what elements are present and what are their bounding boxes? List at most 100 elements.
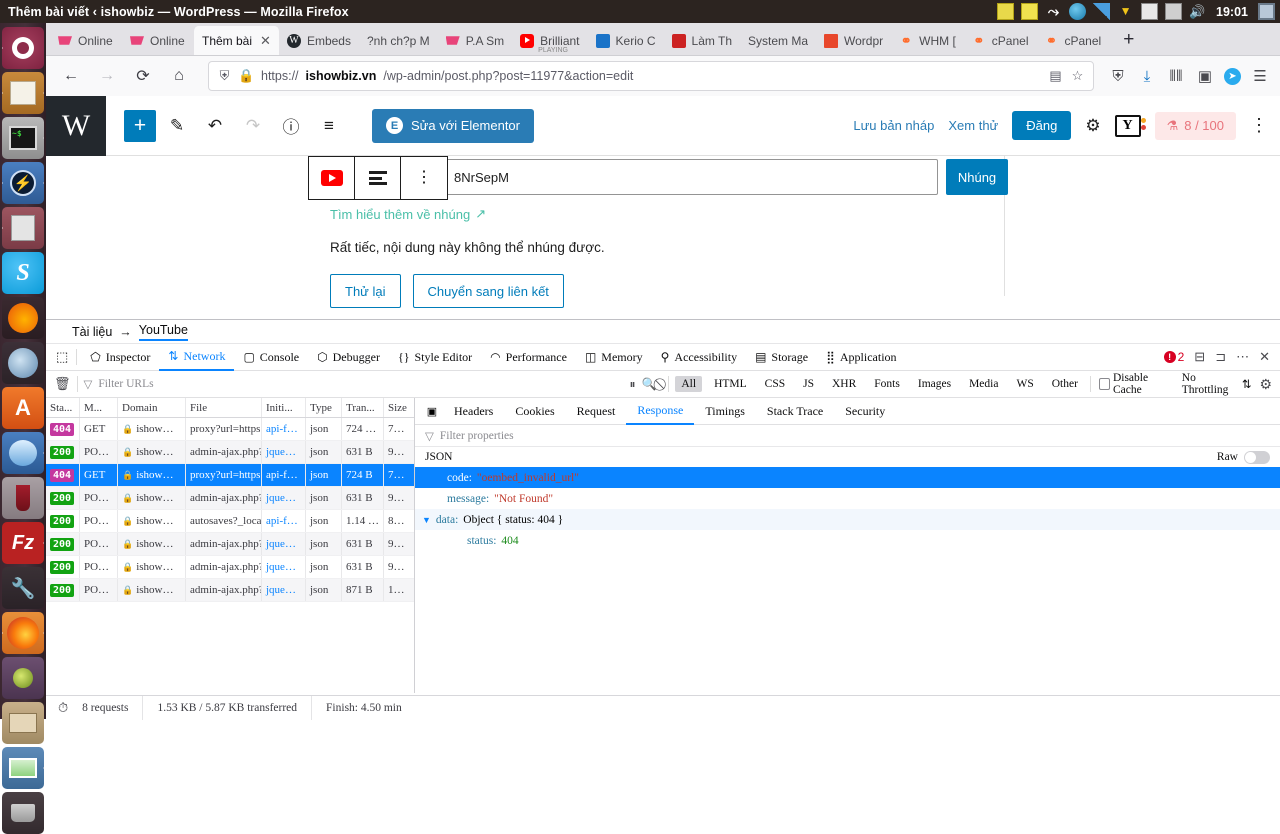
table-row[interactable]: 200PO…🔒ishow…autosaves?_local⛨api-f…json… [46,510,414,533]
breadcrumb-current[interactable]: YouTube [138,323,188,341]
table-row[interactable]: 404GET🔒ishow…proxy?url=https⛨api-f…json7… [46,418,414,441]
dock-item-zalo[interactable]: ⚡ [2,162,44,204]
dock-item-firefox-dev[interactable] [2,297,44,339]
col-type[interactable]: Type [306,398,342,417]
dock-item-acrobat[interactable]: A [2,387,44,429]
detail-tab-request[interactable]: Request [566,398,627,425]
tab-kerio[interactable]: Kerio C [588,26,664,55]
tab-network[interactable]: ⇅ Network [159,344,235,371]
filter-html[interactable]: HTML [708,376,753,392]
dock-item-files[interactable] [2,702,44,744]
forward-button[interactable]: → [92,61,122,91]
col-status[interactable]: Sta... [46,398,80,417]
edit-with-elementor-button[interactable]: E Sửa với Elementor [372,108,534,143]
dock-bottom-icon[interactable]: ⊟ [1194,349,1205,365]
mail-icon[interactable] [1141,3,1159,20]
dock-item-ubuntu-dash[interactable] [2,27,44,69]
new-tab-button[interactable]: + [1115,29,1142,55]
sidebar-icon[interactable]: ▣ [1195,66,1215,86]
unity-launcher[interactable]: ~$ ⚡ S A Fz 🔧 [0,23,46,834]
table-row[interactable]: 200PO…🔒ishow…admin-ajax.php?⛨jque…json63… [46,533,414,556]
pause-icon[interactable]: ⏸ [629,377,635,392]
redo-icon[interactable]: ↷ [236,109,270,143]
embed-button[interactable]: Nhúng [946,159,1008,195]
dock-item-terminal[interactable]: ~$ [2,117,44,159]
wordpress-logo-icon[interactable]: W [46,95,106,156]
detail-tab-response[interactable]: Response [626,398,695,425]
breadcrumb-root[interactable]: Tài liệu [72,325,112,339]
z-icon[interactable]: ⤳ [1045,3,1062,20]
filter-xhr[interactable]: XHR [826,376,862,392]
gear-icon[interactable]: ⚙ [1259,376,1272,393]
embed-help-link[interactable]: Tìm hiểu thêm về nhúng ↗ [330,206,486,222]
volume-icon[interactable]: 🔊 [1189,3,1206,20]
display-icon[interactable] [1258,3,1275,20]
filter-css[interactable]: CSS [759,376,791,392]
gear-icon[interactable]: ⚙ [1085,116,1100,136]
tab-embeds[interactable]: W Embeds [279,26,359,55]
filter-ws[interactable]: WS [1010,376,1039,392]
col-file[interactable]: File [186,398,262,417]
filter-other[interactable]: Other [1046,376,1084,392]
dock-item-wine[interactable] [2,477,44,519]
tab-style-editor[interactable]: {} Style Editor [389,344,481,371]
save-draft-button[interactable]: Lưu bản nháp [853,118,934,133]
signal-icon[interactable] [1093,3,1111,20]
downloads-icon[interactable]: ⤓ [1137,66,1157,86]
weather-icon[interactable] [1069,3,1087,20]
kebab-icon[interactable]: ⋮ [401,157,447,199]
dock-item-printer[interactable] [2,207,44,249]
devtools-tabbar[interactable]: ⬚ ⬠ Inspector ⇅ Network ▢ Console ⬡ Debugger… [46,344,1280,371]
convert-to-link-button[interactable]: Chuyển sang liên kết [412,274,564,308]
table-row[interactable]: 200PO…🔒ishow…admin-ajax.php?⛨jque…json63… [46,441,414,464]
pencil-icon[interactable]: ✎ [160,109,194,143]
dock-item-notes[interactable] [2,72,44,114]
block-toolbar[interactable]: ⋮ [308,156,448,200]
dock-item-system-tools[interactable]: 🔧 [2,567,44,609]
table-row[interactable]: 200PO…🔒ishow…admin-ajax.php?⛨jque…json87… [46,579,414,602]
tab-debugger[interactable]: ⬡ Debugger [308,344,389,371]
tab-anh-chup[interactable]: ?nh ch?p M [359,26,438,55]
tab-online-1[interactable]: Online [50,26,122,55]
tab-performance[interactable]: ◠ Performance [481,344,576,371]
detail-tab-headers[interactable]: Headers [443,398,504,425]
disable-cache-checkbox[interactable]: Disable Cache [1098,372,1174,396]
filter-properties-input[interactable]: ▽ Filter properties [415,425,1280,447]
table-row[interactable]: 200PO…🔒ishow…admin-ajax.php?⛨jque…json63… [46,487,414,510]
tab-them-bai-viet[interactable]: Thêm bài ✕ [194,26,279,55]
url-bar[interactable]: ⛨ 🔒 https:// ishowbiz.vn/wp-admin/post.ph… [208,61,1094,91]
dock-item-skype[interactable]: S [2,252,44,294]
detail-tab-cookies[interactable]: Cookies [504,398,565,425]
home-button[interactable]: ⌂ [164,61,194,91]
element-picker-icon[interactable]: ⬚ [52,349,78,365]
back-button[interactable]: ← [56,61,86,91]
col-initiator[interactable]: Initi... [262,398,306,417]
align-icon[interactable] [355,157,401,199]
tab-strip[interactable]: Online Online Thêm bài ✕ W Embeds ?nh ch?p… [46,23,1280,56]
network-table-header[interactable]: Sta... M... Domain File Initi... Type Tr… [46,398,414,418]
network-request-list[interactable]: Sta... M... Domain File Initi... Type Tr… [46,398,415,693]
dock-item-thunderbird[interactable] [2,432,44,474]
filter-urls-input[interactable]: ▽ Filter URLs [83,377,623,391]
detail-tab-security[interactable]: Security [834,398,896,425]
json-row[interactable]: ▼ data: Object { status: 404 } [415,509,1280,530]
dock-item-trash[interactable] [2,792,44,834]
seo-score-badge[interactable]: ⚗ 8 / 100 [1154,111,1236,140]
throttling-select[interactable]: No Throttling ⇅ [1182,372,1252,396]
yoast-icon[interactable]: Y [1114,114,1146,137]
tab-whm[interactable]: ⚭ WHM [ [891,26,964,55]
tab-online-2[interactable]: Online [122,26,194,55]
detail-tab-timings[interactable]: Timings [694,398,756,425]
tab-brilliant-youtube[interactable]: Brilliant PLAYING [512,26,587,55]
reload-button[interactable]: ⟳ [128,61,158,91]
shield-icon[interactable]: ⛨ [1108,66,1128,86]
library-icon[interactable]: ⦀⦀ [1166,66,1186,86]
dock-item-firefox[interactable] [2,612,44,654]
close-icon[interactable]: ✕ [1259,349,1270,365]
tab-console[interactable]: ▢ Console [234,344,308,371]
chevron-down-icon[interactable]: ▼ [422,515,431,525]
tab-memory[interactable]: ◫ Memory [576,344,652,371]
toggle-list-icon[interactable]: ▣ [421,398,443,425]
detail-tab-stack-trace[interactable]: Stack Trace [756,398,834,425]
filter-all[interactable]: All [675,376,703,392]
